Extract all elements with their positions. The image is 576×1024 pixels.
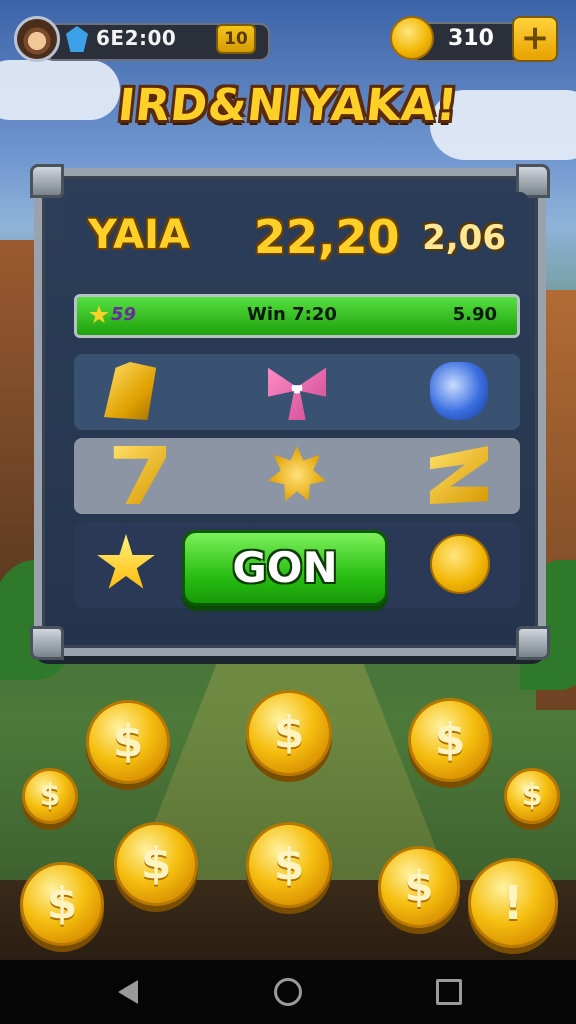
home-circle-icon[interactable] [274,978,302,1006]
gold-z-icon[interactable] [430,446,488,504]
blue-gem-icon[interactable] [430,362,488,420]
game-panel: YAIA 22,20 2,06 59 Win 7:20 5.90 GON [30,164,550,660]
coin[interactable]: $ [22,768,78,824]
gold-seven-icon[interactable] [113,446,166,504]
back-triangle-icon[interactable] [118,980,138,1004]
coin[interactable]: $ [114,822,198,906]
score-extra: 2,06 [422,218,506,258]
coin[interactable]: $ [378,846,460,928]
coin[interactable]: $ [20,862,104,946]
score-value: 22,20 [254,210,400,264]
game-title: IRD&NIYAKA! [115,80,461,131]
coin[interactable]: $ [246,690,332,776]
progress-left-text: 59 [111,304,137,325]
pink-bow-icon[interactable] [268,367,326,420]
sun-star-icon[interactable] [268,446,326,502]
player-name: YAIA [88,212,190,258]
coin-hud: 310 + [390,16,562,64]
panel-corner [30,626,64,660]
progress-mid-text: Win 7:20 [247,304,337,325]
player-hud: 6E2:00 10 [14,16,270,62]
coin-count: 310 [448,26,494,51]
system-nav-bar [0,960,576,1024]
coin[interactable]: $ [86,700,170,784]
explorer-avatar[interactable] [14,16,60,62]
item-row-1 [74,354,520,430]
panel-corner [516,626,550,660]
progress-bar: 59 Win 7:20 5.90 [74,294,520,338]
score-row: YAIA 22,20 2,06 [68,192,528,278]
add-coins-button[interactable]: + [512,16,558,62]
recent-square-icon[interactable] [436,979,462,1005]
gold-coin-icon [430,534,490,594]
bonus-coin[interactable]: ! [468,858,558,948]
level-badge: 10 [216,24,256,54]
big-star-icon [97,534,155,589]
go-button[interactable]: GON [182,530,388,606]
coin[interactable]: $ [408,698,492,782]
panel-corner [30,164,64,198]
hud-timer: 6E2:00 [96,26,177,50]
coin[interactable]: $ [246,822,332,908]
action-row: GON [74,522,520,608]
progress-right-text: 5.90 [452,304,497,325]
item-row-2 [74,438,520,514]
coin[interactable]: $ [504,768,560,824]
gold-bars-icon[interactable] [104,362,157,420]
gold-coin-icon [390,16,434,60]
